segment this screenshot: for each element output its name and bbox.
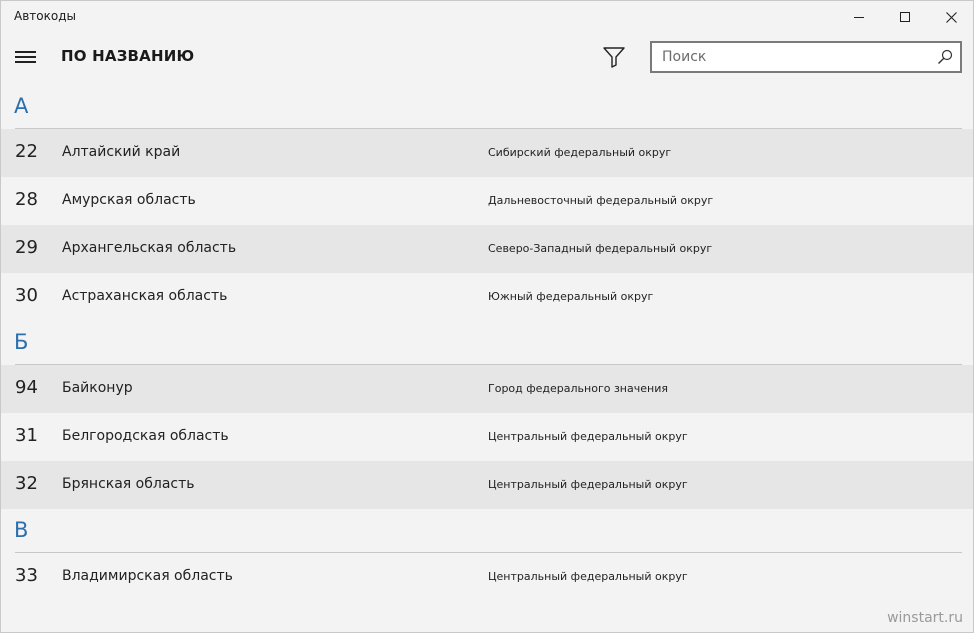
region-district: Центральный федеральный округ [488, 430, 688, 443]
group-header-a[interactable]: А [1, 85, 973, 129]
region-name: Белгородская область [62, 428, 229, 444]
region-code: 22 [15, 141, 38, 162]
region-district: Центральный федеральный округ [488, 570, 688, 583]
region-name: Алтайский край [62, 144, 181, 160]
region-name: Амурская область [62, 192, 196, 208]
hamburger-line [15, 61, 36, 63]
search-box[interactable] [650, 41, 962, 73]
region-district: Центральный федеральный округ [488, 478, 688, 491]
list-item[interactable]: 31 Белгородская область Центральный феде… [1, 413, 973, 461]
region-name: Брянская область [62, 476, 195, 492]
region-list: А 22 Алтайский край Сибирский федеральны… [1, 85, 973, 601]
group-header-v[interactable]: В [1, 509, 973, 553]
region-code: 94 [15, 377, 38, 398]
group-letter: Б [14, 330, 29, 354]
group-letter: В [14, 518, 29, 542]
search-input[interactable] [652, 43, 932, 71]
filter-button[interactable] [602, 46, 626, 68]
region-name: Байконур [62, 380, 133, 396]
minimize-icon [854, 16, 864, 18]
region-district: Сибирский федеральный округ [488, 146, 672, 159]
region-district: Дальневосточный федеральный округ [488, 194, 714, 207]
search-icon[interactable] [937, 49, 953, 65]
region-code: 33 [15, 565, 38, 586]
region-district: Северо-Западный федеральный округ [488, 242, 713, 255]
region-name: Владимирская область [62, 568, 233, 584]
region-code: 29 [15, 237, 38, 258]
region-name: Архангельская область [62, 240, 237, 256]
hamburger-line [15, 51, 36, 53]
group-header-b[interactable]: Б [1, 321, 973, 365]
region-district: Город федерального значения [488, 382, 668, 395]
group-letter: А [14, 94, 29, 118]
maximize-button[interactable] [882, 1, 928, 33]
app-window: Автокоды ПО НАЗВАНИЮ А [0, 0, 974, 633]
hamburger-menu-button[interactable] [15, 49, 37, 65]
close-button[interactable] [928, 1, 973, 33]
list-item[interactable]: 33 Владимирская область Центральный феде… [1, 553, 973, 601]
page-title: ПО НАЗВАНИЮ [61, 47, 195, 65]
watermark: winstart.ru [887, 610, 963, 626]
list-item[interactable]: 30 Астраханская область Южный федеральны… [1, 273, 973, 321]
close-icon [945, 11, 957, 23]
title-bar[interactable]: Автокоды [1, 1, 973, 33]
minimize-button[interactable] [836, 1, 882, 33]
list-item[interactable]: 22 Алтайский край Сибирский федеральный … [1, 129, 973, 177]
region-code: 31 [15, 425, 38, 446]
list-item[interactable]: 28 Амурская область Дальневосточный феде… [1, 177, 973, 225]
region-name: Астраханская область [62, 288, 228, 304]
filter-icon [603, 47, 625, 68]
region-code: 32 [15, 473, 38, 494]
list-item[interactable]: 94 Байконур Город федерального значения [1, 365, 973, 413]
region-district: Южный федеральный округ [488, 290, 654, 303]
region-code: 30 [15, 285, 38, 306]
region-code: 28 [15, 189, 38, 210]
maximize-icon [900, 12, 910, 22]
list-item[interactable]: 32 Брянская область Центральный федераль… [1, 461, 973, 509]
hamburger-line [15, 56, 36, 58]
list-item[interactable]: 29 Архангельская область Северо-Западный… [1, 225, 973, 273]
window-title: Автокоды [14, 9, 76, 23]
